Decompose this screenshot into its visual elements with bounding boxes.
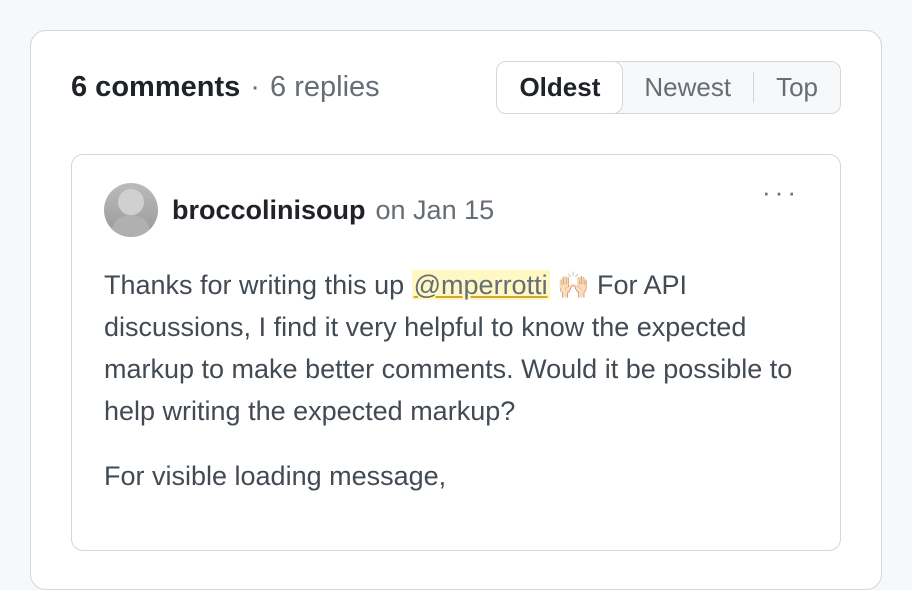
more-menu-button[interactable]: ··· — [754, 175, 808, 209]
comment-body: Thanks for writing this up @mperrotti 🙌🏻… — [104, 265, 808, 498]
user-mention[interactable]: @mperrotti — [412, 270, 550, 300]
replies-count: 6 replies — [270, 71, 380, 103]
comment-paragraph-1: Thanks for writing this up @mperrotti 🙌🏻… — [104, 265, 808, 432]
discussion-panel: 6 comments · 6 replies Oldest Newest Top… — [30, 30, 882, 590]
sort-tab-oldest[interactable]: Oldest — [496, 61, 623, 114]
comment-timestamp[interactable]: on Jan 15 — [376, 195, 495, 226]
sort-tab-top[interactable]: Top — [754, 62, 840, 113]
separator: · — [250, 71, 260, 103]
comments-count: 6 comments — [71, 71, 240, 103]
discussion-header: 6 comments · 6 replies Oldest Newest Top — [71, 61, 841, 114]
comment-card: broccolinisoup on Jan 15 ··· Thanks for … — [71, 154, 841, 551]
raised-hands-emoji: 🙌🏻 — [557, 270, 589, 300]
comment-text: Thanks for writing this up — [104, 270, 412, 300]
comment-counts: 6 comments · 6 replies — [71, 71, 380, 104]
sort-tabs: Oldest Newest Top — [496, 61, 841, 114]
sort-tab-newest[interactable]: Newest — [622, 62, 753, 113]
comment-paragraph-2: For visible loading message, — [104, 456, 808, 498]
avatar[interactable] — [104, 183, 158, 237]
comment-author[interactable]: broccolinisoup — [172, 195, 366, 226]
comment-header: broccolinisoup on Jan 15 ··· — [104, 183, 808, 237]
